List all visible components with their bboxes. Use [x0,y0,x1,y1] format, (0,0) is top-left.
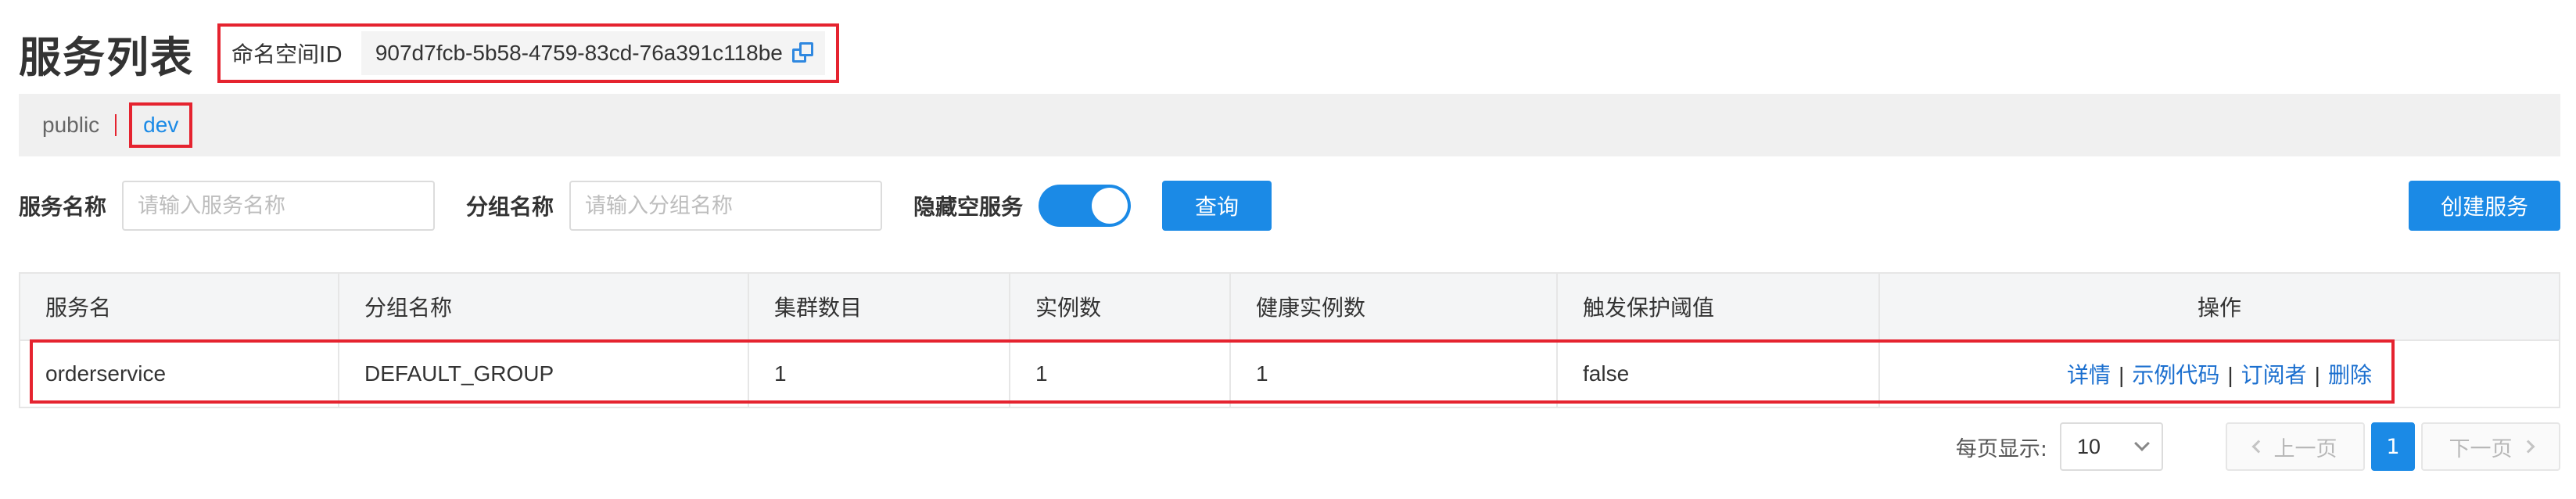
namespace-id-value-wrap: 907d7fcb-5b58-4759-83cd-76a391c118be [361,31,825,75]
copy-icon[interactable] [791,41,816,66]
action-sample-code-link[interactable]: 示例代码 [2132,362,2219,388]
column-header: 集群数目 [748,273,1010,341]
action-delete-link[interactable]: 删除 [2328,362,2372,388]
page-size-value: 10 [2077,434,2101,458]
namespace-tabs: public dev [19,94,2560,156]
group-name-label: 分组名称 [466,194,554,220]
hide-empty-label: 隐藏空服务 [913,194,1024,220]
namespace-tab-divider [115,114,117,136]
column-header: 分组名称 [339,273,749,341]
service-table: 服务名 分组名称 集群数目 实例数 健康实例数 触发保护阈值 操作 orders… [19,272,2560,408]
cell-cluster-count: 1 [748,340,1010,407]
prev-page-button[interactable]: 上一页 [2226,422,2365,471]
page-title: 服务列表 [19,32,194,82]
next-page-button[interactable]: 下一页 [2421,422,2560,471]
action-separator: | [2119,363,2125,387]
page-number-button[interactable]: 1 [2371,422,2415,471]
namespace-tab-dev[interactable]: dev [129,102,193,148]
column-header: 实例数 [1010,273,1231,341]
chevron-left-icon [2251,440,2265,454]
action-separator: | [2314,363,2320,387]
chevron-right-icon [2521,440,2535,454]
page-header: 服务列表 命名空间ID 907d7fcb-5b58-4759-83cd-76a3… [19,22,839,84]
toggle-knob [1092,188,1128,224]
namespace-tab-public[interactable]: public [42,113,99,138]
namespace-id-label: 命名空间ID [231,41,343,67]
chevron-down-icon [2134,436,2150,451]
action-separator: | [2227,363,2233,387]
page-size-select[interactable]: 10 [2060,422,2163,471]
query-button[interactable]: 查询 [1162,181,1272,231]
cell-service-name: orderservice [20,340,339,407]
column-header: 触发保护阈值 [1557,273,1880,341]
hide-empty-toggle[interactable] [1039,185,1132,227]
action-subscribers-link[interactable]: 订阅者 [2241,362,2307,388]
service-name-label: 服务名称 [19,194,107,220]
action-detail-link[interactable]: 详情 [2067,362,2111,388]
page-size-label: 每页显示: [1955,436,2047,461]
next-page-label: 下一页 [2449,436,2513,461]
create-service-button[interactable]: 创建服务 [2409,181,2560,231]
column-header: 服务名 [20,273,339,341]
group-name-input[interactable] [569,181,883,231]
column-header: 健康实例数 [1230,273,1558,341]
filter-bar: 服务名称 分组名称 隐藏空服务 查询 创建服务 [19,180,2560,232]
table-header-row: 服务名 分组名称 集群数目 实例数 健康实例数 触发保护阈值 操作 [20,273,2560,341]
namespace-id-box: 命名空间ID 907d7fcb-5b58-4759-83cd-76a391c11… [217,23,839,83]
cell-actions: 详情 | 示例代码 | 订阅者 | 删除 [1879,340,2560,407]
cell-protect-threshold: false [1557,340,1880,407]
service-name-input[interactable] [122,181,436,231]
cell-healthy-count: 1 [1230,340,1558,407]
cell-group-name: DEFAULT_GROUP [339,340,749,407]
pagination: 每页显示: 10 上一页 1 下一页 [1956,422,2560,471]
namespace-id-value: 907d7fcb-5b58-4759-83cd-76a391c118be [375,41,783,65]
cell-instance-count: 1 [1010,340,1231,407]
table-row: orderservice DEFAULT_GROUP 1 1 1 false 详… [20,340,2560,407]
prev-page-label: 上一页 [2273,436,2337,461]
column-header: 操作 [1879,273,2560,341]
